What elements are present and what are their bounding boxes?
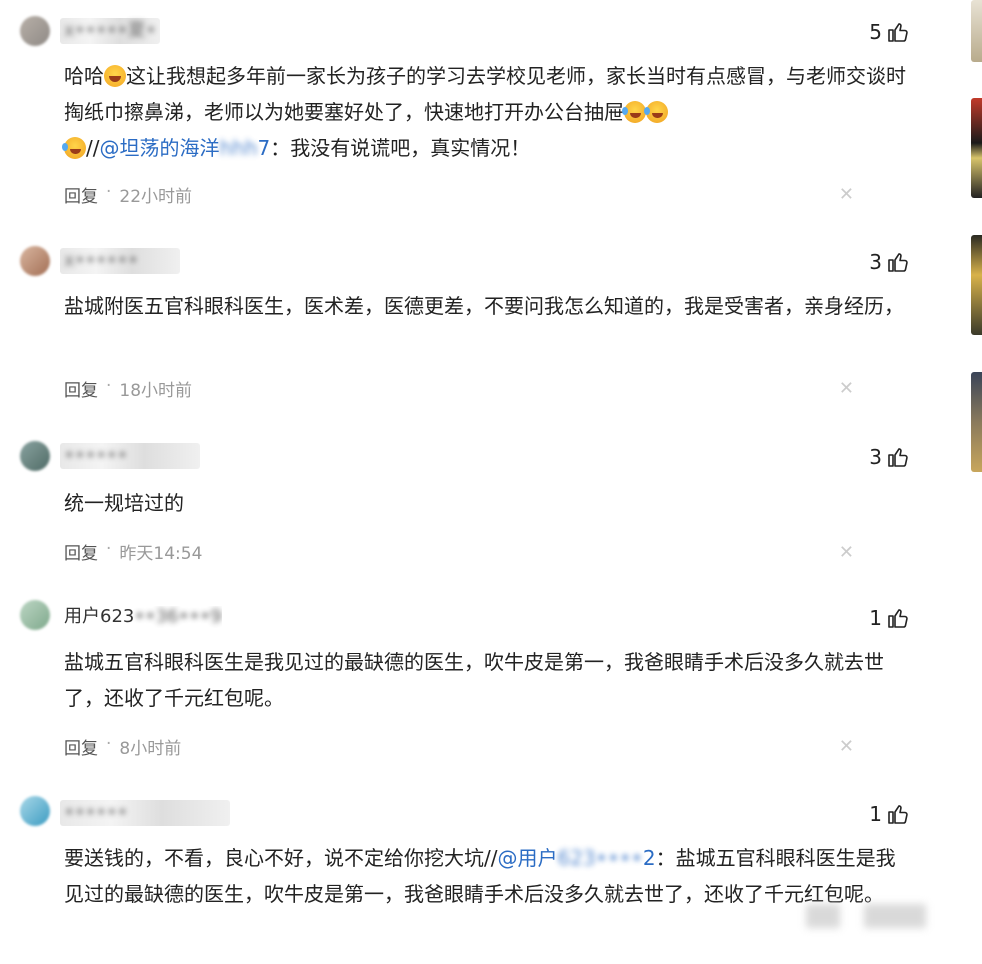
tears-of-joy-emoji-icon	[622, 101, 646, 123]
like-count: 1	[869, 606, 882, 630]
like-count: 1	[869, 802, 882, 826]
thumbs-up-icon	[888, 609, 908, 628]
reply-button[interactable]: 回复	[64, 182, 98, 207]
redaction-block	[806, 904, 840, 928]
username[interactable]: x••••••	[64, 250, 138, 272]
avatar[interactable]	[20, 441, 50, 471]
username[interactable]: x•••••夏•	[64, 20, 156, 42]
thumbs-up-icon	[888, 23, 908, 42]
tears-of-joy-emoji-icon	[62, 137, 86, 159]
comment-item: •••••• 1 要送钱的，不看，良心不好，说不定给你挖大坑//@用户623••…	[0, 782, 930, 964]
reply-button[interactable]: 回复	[64, 539, 98, 564]
close-icon[interactable]: ✕	[839, 542, 854, 563]
avatar[interactable]	[20, 246, 50, 276]
reply-button[interactable]: 回复	[64, 376, 98, 401]
comment-time: 昨天14:54	[119, 544, 203, 564]
like-count: 3	[869, 445, 882, 469]
mention-link[interactable]: @坦荡的海洋hhh7	[99, 136, 270, 160]
comment-time: 18小时前	[119, 381, 193, 401]
close-icon[interactable]: ✕	[839, 184, 854, 205]
sidebar-thumbnail[interactable]	[971, 98, 982, 198]
comment-text: 要送钱的，不看，良心不好，说不定给你挖大坑//@用户623••••2：盐城五官科…	[64, 846, 896, 906]
avatar[interactable]	[20, 16, 50, 46]
comment-text: 盐城五官科眼科医生是我见过的最缺德的医生，吹牛皮是第一，我爸眼睛手术后没多久就去…	[64, 650, 884, 710]
username[interactable]: ••••••	[64, 445, 128, 467]
username[interactable]: 用户623••36•••9	[64, 606, 222, 628]
comment-text: 哈哈 这让我想起多年前一家长为孩子的学习去学校见老师，家长当时有点感冒，与老师交谈…	[62, 64, 906, 160]
like-button[interactable]: 5	[869, 20, 910, 44]
avatar[interactable]	[20, 600, 50, 630]
tears-of-joy-emoji-icon	[644, 101, 668, 123]
like-count: 5	[869, 20, 882, 44]
comment-time: 22小时前	[119, 187, 193, 207]
thumbs-up-icon	[888, 253, 908, 272]
like-button[interactable]: 3	[869, 445, 910, 469]
sidebar-thumbnail[interactable]	[971, 372, 982, 472]
avatar[interactable]	[20, 796, 50, 826]
sidebar-thumbnail[interactable]	[971, 235, 982, 335]
close-icon[interactable]: ✕	[839, 378, 854, 399]
comment-time: 8小时前	[119, 739, 182, 759]
close-icon[interactable]: ✕	[839, 736, 854, 757]
mention-link[interactable]: @用户623••••2	[497, 846, 655, 870]
reply-button[interactable]: 回复	[64, 734, 98, 759]
thumbs-up-icon	[888, 448, 908, 467]
comment-item: 用户623••36•••9 1 盐城五官科眼科医生是我见过的最缺德的医生，吹牛皮…	[0, 586, 930, 776]
grin-emoji-icon	[104, 65, 126, 87]
like-count: 3	[869, 250, 882, 274]
comment-text: 统一规培过的	[64, 491, 184, 515]
comment-text: 盐城附医五官科眼科医生，医术差，医德更差，不要问我怎么知道的，我是受害者，亲身经…	[64, 294, 904, 318]
thumbs-up-icon	[888, 805, 908, 824]
comment-item: •••••• 3 统一规培过的 回复 · 昨天14:54 ✕	[0, 425, 930, 575]
comment-item: x•••••• 3 盐城附医五官科眼科医生，医术差，医德更差，不要问我怎么知道的…	[0, 230, 930, 420]
like-button[interactable]: 3	[869, 250, 910, 274]
comment-item: x•••••夏• 5 哈哈 这让我想起多年前一家长为孩子的学习去学校见老师，家长当…	[0, 0, 930, 220]
username[interactable]: ••••••	[64, 802, 128, 824]
sidebar-thumbnail[interactable]	[971, 0, 982, 62]
like-button[interactable]: 1	[869, 802, 910, 826]
like-button[interactable]: 1	[869, 606, 910, 630]
redaction-block	[864, 904, 926, 928]
